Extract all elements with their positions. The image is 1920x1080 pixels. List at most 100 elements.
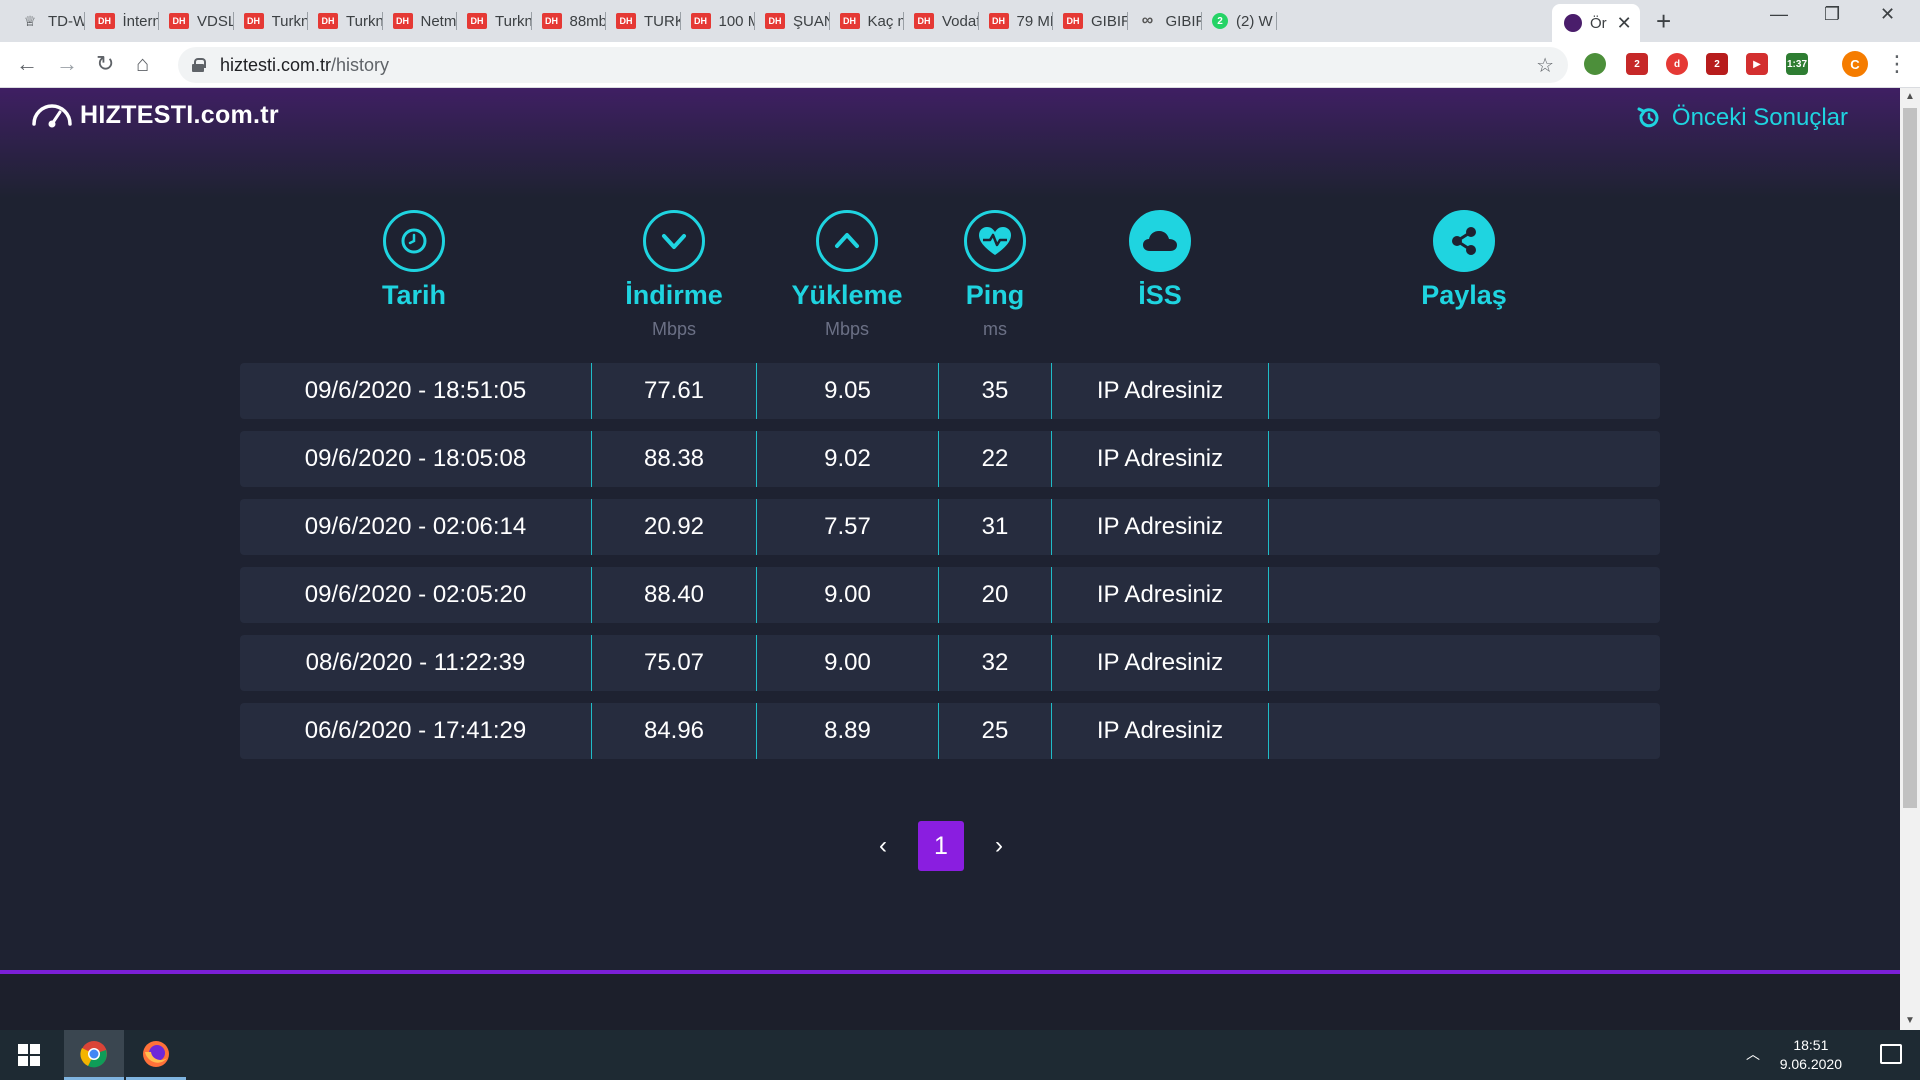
- next-page-button[interactable]: ›: [984, 821, 1014, 871]
- prev-page-button[interactable]: ‹: [868, 821, 898, 871]
- extension-shield-icon[interactable]: 2: [1626, 53, 1648, 75]
- browser-tab[interactable]: DH Vodaf: [904, 8, 979, 34]
- browser-tab[interactable]: DH Kaç m: [830, 8, 905, 34]
- cell-ping: 20: [939, 567, 1052, 623]
- previous-results-link[interactable]: Önceki Sonuçlar: [1636, 104, 1848, 132]
- extension-d-icon[interactable]: d: [1666, 53, 1688, 75]
- page-1-button[interactable]: 1: [918, 821, 964, 871]
- minimize-button[interactable]: —: [1770, 4, 1788, 25]
- cell-isp: IP Adresiniz: [1052, 635, 1269, 691]
- reload-button[interactable]: ↻: [96, 52, 114, 76]
- site-header: HIZTESTI.com.tr Önceki Sonuçlar: [0, 88, 1900, 198]
- dh-icon: DH: [243, 13, 264, 29]
- dh-icon: DH: [988, 13, 1009, 29]
- table-row: 09/6/2020 - 02:06:14 20.92 7.57 31 IP Adresi…: [240, 499, 1660, 555]
- address-bar[interactable]: hiztesti.com.tr/history ☆: [178, 47, 1568, 83]
- extension-timer-icon[interactable]: 1:37: [1786, 53, 1808, 75]
- column-header-tarih: Tarih: [314, 210, 514, 311]
- cell-upload: 9.02: [757, 431, 939, 487]
- tab-title: TURK: [644, 12, 681, 30]
- logo-text: HIZTESTI.com.tr: [80, 100, 279, 129]
- browser-tab[interactable]: DH Turkn: [457, 8, 532, 34]
- tab-active[interactable]: Ör ✕: [1552, 4, 1640, 42]
- browser-tab[interactable]: DH Turkn: [308, 8, 383, 34]
- cell-download: 84.96: [592, 703, 757, 759]
- column-unit: ms: [983, 319, 1007, 339]
- browser-tab[interactable]: DH Turkn: [234, 8, 309, 34]
- dh-icon: DH: [467, 13, 487, 29]
- system-clock[interactable]: 18:51 9.06.2020: [1780, 1036, 1842, 1074]
- cell-share[interactable]: [1269, 703, 1660, 759]
- table-row: 09/6/2020 - 18:05:08 88.38 9.02 22 IP Adresi…: [240, 431, 1660, 487]
- clock-icon: [383, 210, 445, 272]
- extension-globe-icon[interactable]: [1584, 53, 1606, 75]
- site-logo[interactable]: HIZTESTI.com.tr: [30, 100, 279, 130]
- cell-share[interactable]: [1269, 635, 1660, 691]
- taskbar-chrome[interactable]: [64, 1030, 124, 1080]
- close-tab-icon[interactable]: ✕: [1617, 13, 1632, 34]
- chrome-icon: [80, 1040, 107, 1067]
- maximize-button[interactable]: ❐: [1824, 4, 1840, 25]
- tab-title: 100 M: [718, 12, 756, 30]
- back-button[interactable]: ←: [16, 52, 38, 76]
- dh-icon: DH: [392, 13, 413, 29]
- cell-upload: 9.00: [757, 635, 939, 691]
- tab-title: Turkn: [271, 12, 309, 30]
- tab-title: Kaç m: [867, 12, 905, 30]
- tab-title: Ör: [1590, 14, 1607, 32]
- taskbar-firefox[interactable]: [126, 1030, 186, 1080]
- bookmark-star-icon[interactable]: ☆: [1536, 53, 1554, 78]
- browser-tab[interactable]: ♕ TD-W: [10, 8, 85, 34]
- new-tab-button[interactable]: +: [1656, 6, 1671, 37]
- url-host: hiztesti.com.tr: [220, 54, 332, 75]
- lock-icon: [192, 58, 206, 72]
- profile-avatar[interactable]: C: [1842, 51, 1868, 77]
- home-button[interactable]: ⌂: [136, 52, 149, 76]
- cell-share[interactable]: [1269, 431, 1660, 487]
- cell-upload: 8.89: [757, 703, 939, 759]
- browser-tab[interactable]: 2 (2) W: [1202, 8, 1277, 34]
- tab-title: Vodaf: [942, 12, 979, 30]
- browser-tab[interactable]: DH İntern: [85, 8, 160, 34]
- start-button[interactable]: [0, 1030, 58, 1080]
- tray-expand-icon[interactable]: ︿: [1746, 1044, 1760, 1064]
- extension-play-icon[interactable]: ▶: [1746, 53, 1768, 75]
- browser-tab[interactable]: DH VDSL: [159, 8, 234, 34]
- heartbeat-icon: [964, 210, 1026, 272]
- scroll-up-arrow-icon[interactable]: ▲: [1900, 88, 1920, 106]
- cell-upload: 9.00: [757, 567, 939, 623]
- table-row: 09/6/2020 - 18:51:05 77.61 9.05 35 IP Adresi…: [240, 363, 1660, 419]
- cell-download: 75.07: [592, 635, 757, 691]
- cell-share[interactable]: [1269, 363, 1660, 419]
- column-header-indirme: İndirme Mbps: [574, 210, 774, 340]
- scrollbar-thumb[interactable]: [1903, 108, 1917, 808]
- cell-share[interactable]: [1269, 499, 1660, 555]
- chevron-down-icon: [643, 210, 705, 272]
- previous-results-label: Önceki Sonuçlar: [1671, 104, 1848, 131]
- firefox-icon: [143, 1040, 169, 1067]
- cell-ping: 35: [939, 363, 1052, 419]
- cell-date: 09/6/2020 - 18:05:08: [240, 431, 592, 487]
- forward-button[interactable]: →: [56, 52, 78, 76]
- tab-title: GIBIR: [1091, 12, 1128, 30]
- close-window-button[interactable]: ✕: [1880, 4, 1895, 25]
- notification-center-icon[interactable]: [1880, 1044, 1902, 1064]
- tab-title: İntern: [122, 12, 160, 30]
- browser-tab[interactable]: DH 88mb: [532, 8, 606, 34]
- browser-tab[interactable]: DH ŞUAN: [755, 8, 830, 34]
- browser-tab[interactable]: DH TURK: [606, 8, 681, 34]
- browser-tab[interactable]: DH 79 ME: [979, 8, 1053, 34]
- browser-tab[interactable]: DH 100 M: [681, 8, 756, 34]
- speedometer-icon: [32, 104, 72, 128]
- browser-menu-icon[interactable]: ⋮: [1886, 52, 1908, 76]
- page-scrollbar[interactable]: ▲ ▼: [1900, 88, 1920, 1030]
- extension-ublock-icon[interactable]: 2: [1706, 53, 1728, 75]
- scroll-down-arrow-icon[interactable]: ▼: [1900, 1012, 1920, 1030]
- browser-tab[interactable]: ∞ GIBIR: [1128, 8, 1202, 34]
- extension-badge: 1:37: [1786, 58, 1807, 70]
- browser-tab[interactable]: DH Netm: [383, 8, 457, 34]
- tab-title: Turkn: [495, 12, 532, 30]
- cell-isp: IP Adresiniz: [1052, 431, 1269, 487]
- browser-tab[interactable]: DH GIBIR: [1053, 8, 1128, 34]
- cell-share[interactable]: [1269, 567, 1660, 623]
